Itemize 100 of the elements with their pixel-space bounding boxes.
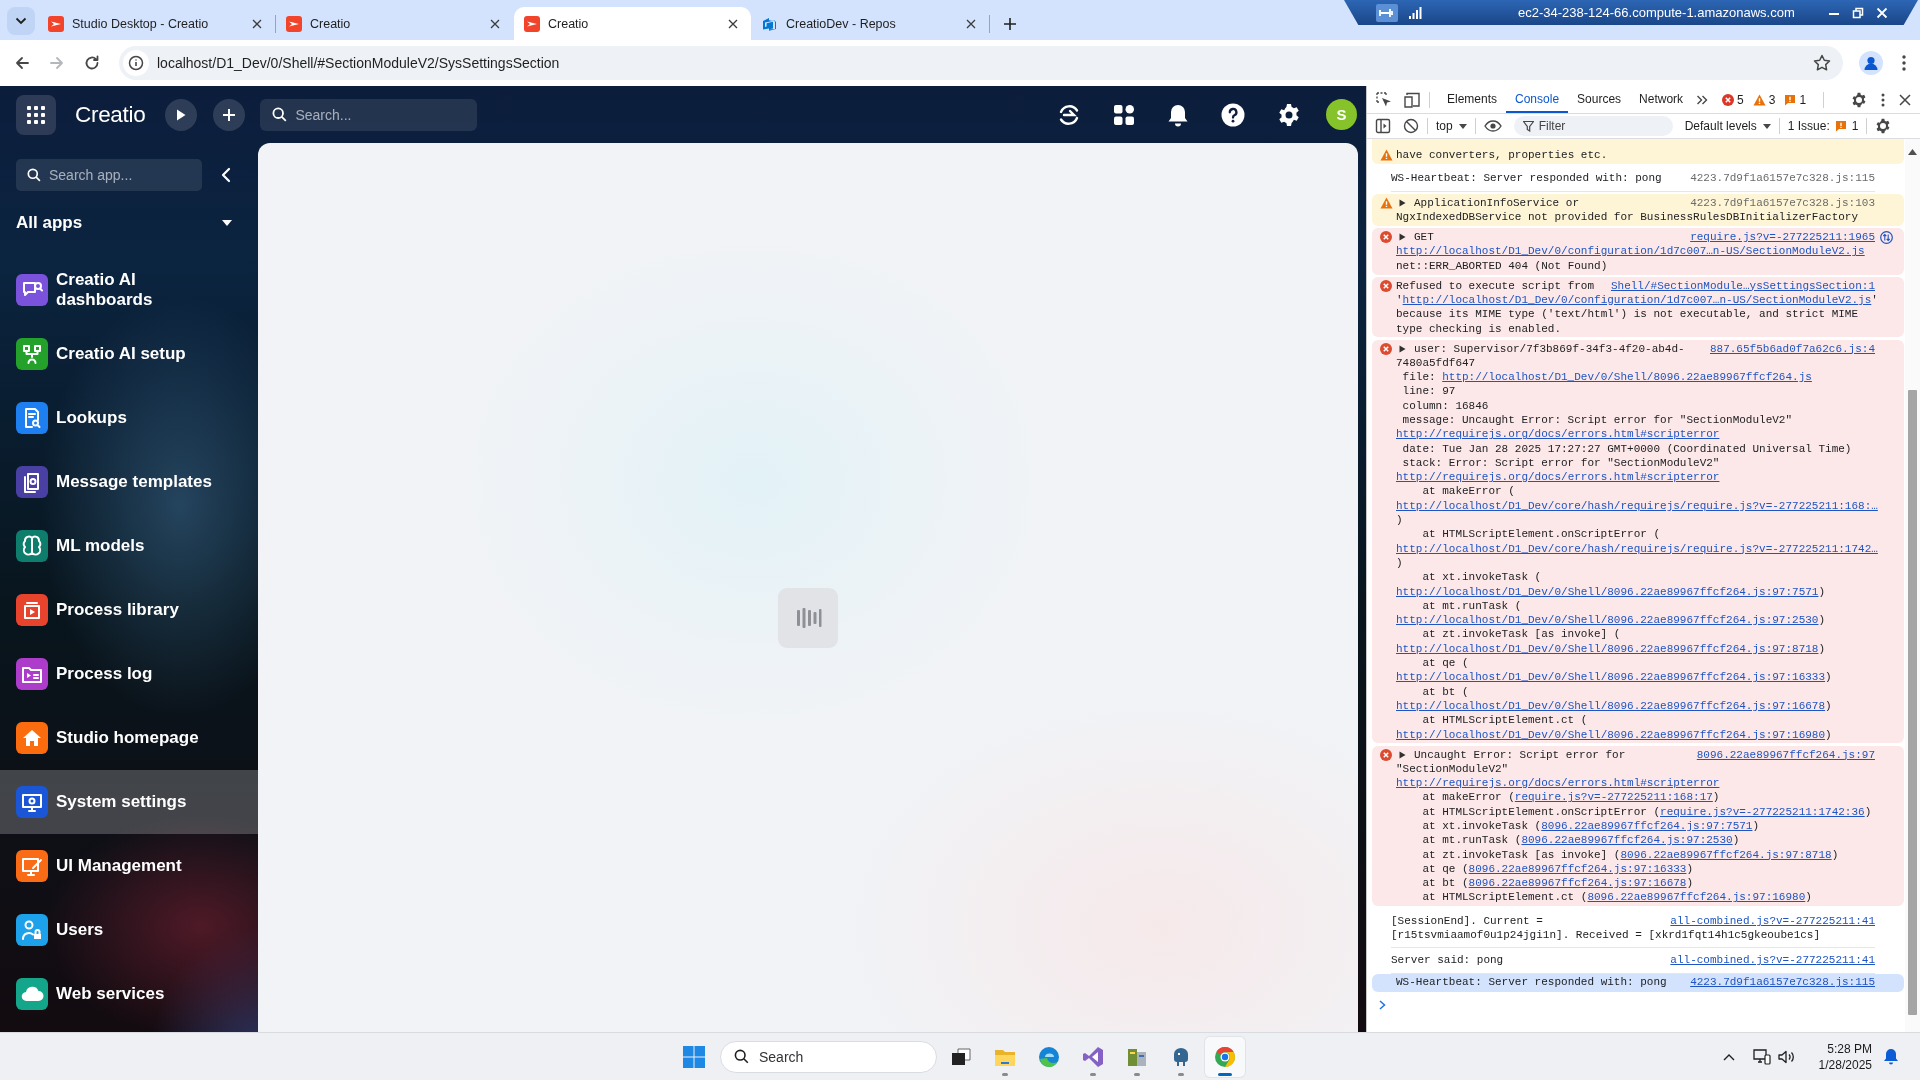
source-link[interactable]: require.js?v=-277225211:1965	[1690, 230, 1875, 245]
close-icon[interactable]	[1899, 93, 1911, 106]
sidebar-item[interactable]: ML models	[0, 514, 258, 578]
select-element-icon[interactable]	[1376, 91, 1392, 108]
expand-triangle-icon[interactable]	[1399, 198, 1406, 207]
source-link[interactable]: all-combined.js?v=-277225211:41	[1670, 913, 1875, 929]
console-link[interactable]: http://requirejs.org/docs/errors.html#scripterror	[1396, 776, 1720, 791]
console-link[interactable]: 8096.22ae89967ffcf264.js:97:8718	[1620, 848, 1832, 861]
console-link[interactable]: 8096.22ae89967ffcf264.js:97:16333	[1468, 862, 1687, 875]
console-link[interactable]: http://localhost/D1_Dev/core/hash/requirejs/require.js?v=-277225211:168:…	[1396, 498, 1878, 514]
settings-icon[interactable]	[1851, 91, 1867, 108]
sidebar-item[interactable]: Users	[0, 898, 258, 962]
app-logo[interactable]: Creatio	[75, 101, 146, 128]
console-link[interactable]: require.js?v=-277225211:168:17	[1514, 791, 1713, 804]
run-button[interactable]	[165, 98, 198, 131]
app-search-field[interactable]: Search app...	[16, 159, 202, 191]
scroll-up-icon[interactable]	[1908, 149, 1917, 155]
console-link[interactable]: http://localhost/D1_Dev/0/Shell/8096.22ae89967ffcf264.js:97:8718	[1396, 642, 1819, 655]
apps-button[interactable]	[16, 94, 56, 135]
tab-search-button[interactable]	[7, 7, 35, 35]
sidebar-item[interactable]: System settings	[0, 770, 258, 834]
browser-tab[interactable]: Creatio	[514, 7, 751, 40]
clock-date[interactable]: 1/28/2025	[1818, 1056, 1872, 1073]
sidebar-item[interactable]: Studio homepage	[0, 706, 258, 770]
expand-triangle-icon[interactable]	[1399, 344, 1406, 353]
settings-icon[interactable]	[1277, 102, 1301, 127]
help-icon[interactable]	[1221, 102, 1245, 127]
network-icon[interactable]	[1752, 1048, 1771, 1065]
scrollbar-thumb[interactable]	[1908, 390, 1917, 1015]
pin-icon[interactable]	[1376, 3, 1398, 22]
console-link[interactable]: 8096.22ae89967ffcf264.js:97:16980	[1587, 891, 1806, 904]
console-link[interactable]: require.js?v=-277225211:1742:36	[1660, 805, 1865, 818]
restore-icon[interactable]	[1852, 6, 1864, 19]
apps-dropdown[interactable]: All apps	[16, 205, 232, 241]
browser-tab[interactable]: Studio Desktop - Creatio	[38, 7, 275, 40]
start-icon[interactable]	[683, 1045, 705, 1068]
kebab-menu-icon[interactable]	[1881, 92, 1885, 107]
sidebar-item[interactable]: Lookups	[0, 386, 258, 450]
console-link[interactable]: http://localhost/D1_Dev/0/Shell/8096.22ae89967ffcf264.js:97:7571	[1396, 585, 1819, 598]
console-link[interactable]: http://localhost/D1_Dev/0/configuration/1d7c007…n-US/SectionModuleV2.js	[1396, 244, 1865, 259]
console-link[interactable]: 8096.22ae89967ffcf264.js:97:16678	[1468, 877, 1687, 890]
close-icon[interactable]	[252, 18, 262, 29]
source-link[interactable]: Shell/#SectionModule…ysSettingsSection:1	[1610, 278, 1875, 293]
close-icon[interactable]	[490, 18, 500, 29]
sidebar-toggle-icon[interactable]	[1375, 118, 1391, 134]
sidebar-item[interactable]: Message templates	[0, 450, 258, 514]
expand-triangle-icon[interactable]	[1399, 750, 1406, 759]
site-info-icon[interactable]	[123, 50, 149, 76]
settings-icon[interactable]	[1875, 118, 1892, 134]
star-icon[interactable]	[1812, 53, 1832, 73]
console-link[interactable]: http://requirejs.org/docs/errors.html#scripterror	[1396, 470, 1720, 485]
sidebar-item[interactable]: UI Management	[0, 834, 258, 898]
devtools-tab[interactable]: Sources	[1568, 86, 1631, 113]
browser-tab[interactable]: CreatioDev - Repos	[752, 7, 989, 40]
eye-icon[interactable]	[1483, 120, 1502, 132]
console-link[interactable]: http://localhost/D1_Dev/0/Shell/8096.22ae89967ffcf264.js:97:16333	[1396, 671, 1826, 684]
close-icon[interactable]	[728, 18, 738, 29]
source-link[interactable]: 887.65f5b6ad0f7a62c6.js:4	[1709, 341, 1875, 356]
devtools-tab[interactable]: Network	[1630, 86, 1693, 113]
console-link[interactable]: 8096.22ae89967ffcf264.js:97:7571	[1541, 820, 1753, 832]
console-link[interactable]: http://localhost/D1_Dev/0/Shell/8096.22ae89967ffcf264.js:97:2530	[1396, 614, 1819, 627]
sidebar-item[interactable]: Creatio AI dashboards	[0, 258, 258, 322]
tiles-icon[interactable]	[1113, 103, 1135, 126]
console-link[interactable]: http://requirejs.org/docs/errors.html#scripterror	[1396, 427, 1720, 442]
chevron-double-icon[interactable]	[1696, 94, 1709, 105]
console-link[interactable]: http://localhost/D1_Dev/0/Shell/8096.22ae89967ffcf264.js:97:16678	[1396, 699, 1826, 712]
network-request-icon[interactable]	[1880, 230, 1893, 244]
add-button[interactable]	[213, 98, 246, 131]
sidebar-item[interactable]: Web services	[0, 962, 258, 1026]
expand-triangle-icon[interactable]	[1399, 233, 1406, 242]
swirl-icon[interactable]	[1057, 102, 1081, 127]
speaker-icon[interactable]	[1777, 1049, 1795, 1064]
close-icon[interactable]	[966, 18, 976, 29]
avatar-icon[interactable]	[1859, 51, 1883, 75]
scrollbar[interactable]	[1905, 139, 1920, 1032]
issue-count-button[interactable]: 1	[1784, 92, 1807, 107]
console-link[interactable]: http://localhost/D1_Dev/core/hash/requirejs/require.js?v=-277225211:1742…	[1396, 541, 1878, 556]
address-field[interactable]: localhost/D1_Dev/0/Shell/#SectionModuleV2/SysSettingsSection	[119, 46, 1843, 80]
browser-tab[interactable]: Creatio	[276, 7, 513, 40]
console-link[interactable]: http://localhost/D1_Dev/0/Shell/8096.22ae89967ffcf264.js	[1442, 371, 1812, 384]
no-entry-icon[interactable]	[1403, 118, 1419, 134]
console-link[interactable]: http://localhost/D1_Dev/0/configuration/1d7c007…n-US/SectionModuleV2.js	[1402, 293, 1872, 306]
levels-dropdown[interactable]: Default levels	[1684, 119, 1771, 133]
bell-icon[interactable]	[1167, 102, 1189, 127]
kebab-menu-icon[interactable]	[1902, 55, 1906, 71]
devices-icon[interactable]	[1404, 91, 1421, 108]
source-link[interactable]: 4223.7d9f1a6157e7c328.js:115	[1690, 975, 1875, 990]
clock-time[interactable]: 5:28 PM	[1827, 1040, 1872, 1057]
sidebar-item[interactable]: Creatio AI setup	[0, 322, 258, 386]
devtools-tab[interactable]: Elements	[1438, 86, 1507, 113]
source-link[interactable]: all-combined.js?v=-277225211:41	[1670, 953, 1875, 968]
plus-icon[interactable]	[1003, 16, 1017, 31]
sidebar-item[interactable]: Process log	[0, 642, 258, 706]
console-link[interactable]: 8096.22ae89967ffcf264.js:97:2530	[1521, 834, 1733, 847]
chevron-left-icon[interactable]	[221, 167, 231, 183]
issues-button[interactable]: 1 Issue: 1	[1787, 119, 1859, 133]
chevron-up-icon[interactable]	[1722, 1052, 1735, 1061]
context-dropdown[interactable]: top	[1436, 119, 1467, 133]
devtools-tab[interactable]: Console	[1506, 86, 1569, 113]
source-link[interactable]: 8096.22ae89967ffcf264.js:97	[1696, 747, 1875, 762]
